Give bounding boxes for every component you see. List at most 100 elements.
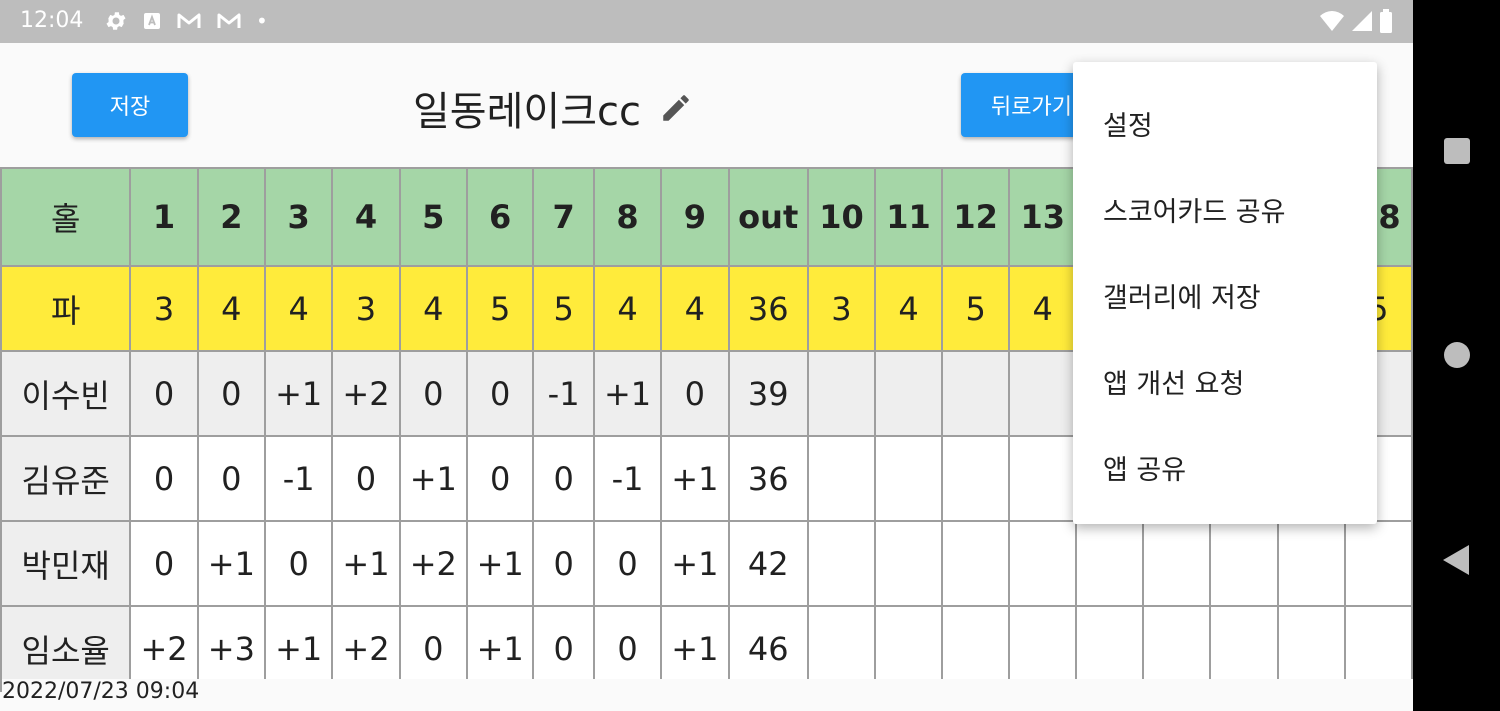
player-row-cell[interactable]	[1343, 520, 1413, 607]
menu-item-share-app[interactable]: 앱 공유	[1103, 448, 1186, 487]
player-row-cell[interactable]	[873, 520, 944, 607]
player-row-cell[interactable]: +1	[592, 350, 663, 437]
app-screen: 12:04 • 저장 일동레이크cc 뒤로가기 홀 1 2 3 4 5 6 7 8 9 out 10 1…	[0, 0, 1413, 711]
player-row-cell[interactable]	[941, 350, 1011, 437]
player-row-cell[interactable]	[1142, 520, 1212, 607]
player-row-cell[interactable]: 0	[129, 350, 199, 437]
player-row-cell[interactable]: 0	[398, 350, 468, 437]
par-row-label: 파	[0, 265, 132, 352]
hole-row-cell: 11	[873, 167, 944, 267]
player-row-cell[interactable]: 0	[129, 435, 199, 522]
par-row-cell: 36	[727, 265, 809, 352]
player-row-cell[interactable]: +1	[196, 520, 267, 607]
hole-row-label: 홀	[0, 167, 132, 267]
player-row-cell[interactable]: 0	[532, 520, 595, 607]
player-row-cell[interactable]	[941, 435, 1011, 522]
player-row-label: 김유준	[0, 435, 132, 522]
menu-item-save-to-gallery[interactable]: 갤러리에 저장	[1103, 276, 1261, 315]
wifi-icon	[1320, 11, 1344, 31]
more-notifications-dot: •	[256, 9, 268, 33]
player-row-cell[interactable]: -1	[264, 435, 334, 522]
hole-row-cell: 12	[941, 167, 1011, 267]
par-row-cell: 5	[941, 265, 1011, 352]
hole-row-cell: 6	[465, 167, 535, 267]
player-row-cell[interactable]	[1008, 435, 1078, 522]
player-row-cell[interactable]	[1075, 520, 1145, 607]
edit-icon[interactable]	[659, 91, 693, 125]
menu-item-share-scorecard[interactable]: 스코어카드 공유	[1103, 190, 1285, 229]
player-row-cell[interactable]: +1	[660, 435, 730, 522]
menu-item-feedback[interactable]: 앱 개선 요청	[1103, 362, 1244, 401]
player-row-cell[interactable]: +1	[660, 520, 730, 607]
battery-icon	[1380, 9, 1392, 33]
player-row-cell[interactable]	[941, 520, 1011, 607]
app-store-icon	[144, 13, 160, 29]
hole-row-cell: 4	[331, 167, 401, 267]
par-row-cell: 3	[806, 265, 877, 352]
player-row-cell[interactable]	[1008, 520, 1078, 607]
hole-row-cell: 9	[660, 167, 730, 267]
player-row-cell[interactable]: +1	[264, 350, 334, 437]
par-row-cell: 4	[873, 265, 944, 352]
par-row-cell: 4	[398, 265, 468, 352]
back-button[interactable]: 뒤로가기	[961, 73, 1091, 137]
player-row-cell[interactable]: 0	[592, 520, 663, 607]
player-row-cell[interactable]: 39	[727, 350, 809, 437]
back-nav-icon[interactable]	[1443, 545, 1469, 575]
par-row-cell: 3	[331, 265, 401, 352]
player-row-cell[interactable]	[873, 435, 944, 522]
hole-row-cell: 8	[592, 167, 663, 267]
course-name: 일동레이크cc	[413, 89, 641, 135]
par-row-cell: 5	[532, 265, 595, 352]
player-row-cell[interactable]: 0	[465, 435, 535, 522]
player-row-cell[interactable]: 0	[660, 350, 730, 437]
player-row-cell[interactable]	[1008, 350, 1078, 437]
par-row-cell: 3	[129, 265, 199, 352]
player-row-cell[interactable]: 0	[196, 435, 267, 522]
home-icon[interactable]	[1444, 342, 1470, 368]
player-row-cell[interactable]: -1	[532, 350, 595, 437]
overflow-menu: 설정 스코어카드 공유 갤러리에 저장 앱 개선 요청 앱 공유	[1073, 62, 1377, 524]
player-row-cell[interactable]: -1	[592, 435, 663, 522]
hole-row-cell: out	[727, 167, 809, 267]
player-row-cell[interactable]	[806, 435, 877, 522]
save-button[interactable]: 저장	[72, 73, 188, 137]
status-notification-icons: •	[104, 9, 268, 33]
player-row-cell[interactable]	[1209, 520, 1279, 607]
hole-row-cell: 10	[806, 167, 877, 267]
hole-row-cell: 5	[398, 167, 468, 267]
menu-item-settings[interactable]: 설정	[1103, 104, 1153, 143]
gmail-icon	[177, 13, 201, 28]
player-row-cell[interactable]	[1276, 520, 1346, 607]
hole-row-cell: 1	[129, 167, 199, 267]
player-row-cell[interactable]: 0	[331, 435, 401, 522]
par-row-cell: 4	[1008, 265, 1078, 352]
player-row-cell[interactable]: 0	[264, 520, 334, 607]
player-row-cell[interactable]: +2	[398, 520, 468, 607]
player-row-cell[interactable]	[806, 350, 877, 437]
player-row-cell[interactable]: +1	[331, 520, 401, 607]
par-row-cell: 4	[660, 265, 730, 352]
hole-row-cell: 2	[196, 167, 267, 267]
player-row: 박민재 0 +1 0 +1 +2 +1 0 0 +1 42	[0, 520, 1413, 607]
player-row-cell[interactable]: 0	[196, 350, 267, 437]
signal-icon	[1352, 11, 1372, 31]
player-row-cell[interactable]: +1	[465, 520, 535, 607]
player-row-cell[interactable]: +2	[331, 350, 401, 437]
timestamp: 2022/07/23 09:04	[2, 679, 1413, 711]
player-row-cell[interactable]: 36	[727, 435, 809, 522]
gmail-icon	[217, 13, 241, 28]
course-title: 일동레이크cc	[413, 79, 693, 137]
player-row-cell[interactable]	[873, 350, 944, 437]
hole-row-cell: 3	[264, 167, 334, 267]
par-row-cell: 5	[465, 265, 535, 352]
player-row-cell[interactable]: 0	[532, 435, 595, 522]
player-row-cell[interactable]: +1	[398, 435, 468, 522]
par-row-cell: 4	[196, 265, 267, 352]
hole-row-cell: 13	[1008, 167, 1078, 267]
player-row-cell[interactable]: 0	[465, 350, 535, 437]
player-row-cell[interactable]	[806, 520, 877, 607]
recents-icon[interactable]	[1444, 138, 1470, 164]
player-row-cell[interactable]: 42	[727, 520, 809, 607]
player-row-cell[interactable]: 0	[129, 520, 199, 607]
